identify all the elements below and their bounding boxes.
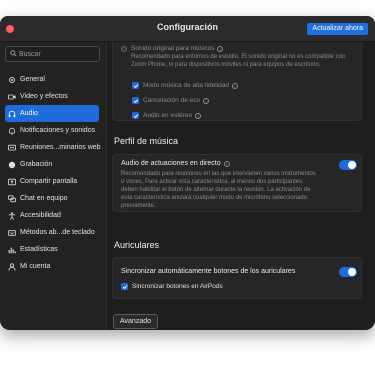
live-performance-row: Audio de actuaciones en directo i [121,160,230,167]
checkmark-icon [122,284,127,289]
sidebar-item-meetings[interactable]: Reuniones...minarios web [5,139,101,156]
checkmark-icon [133,113,138,118]
settings-window: Configuración Actualizar ahora General V… [0,16,375,330]
sidebar-item-accessibility[interactable]: Accesibilidad [5,207,99,224]
search-box[interactable] [5,46,100,62]
bar-chart-icon [8,247,16,253]
sidebar-item-label: Estadísticas [20,246,58,253]
live-performance-toggle[interactable] [339,160,357,170]
checkmark-icon [133,98,138,103]
chat-bubbles-icon [8,194,16,202]
advanced-button[interactable]: Avanzado [113,314,159,329]
video-camera-icon [8,94,16,99]
keyboard-icon [8,229,16,236]
sidebar-item-notifications[interactable]: Notificaciones y sonidos [5,122,99,139]
sidebar-item-label: Métodos ab...de teclado [20,229,95,236]
live-performance-label: Audio de actuaciones en directo [121,160,221,167]
sidebar-item-my-account[interactable]: Mi cuenta [5,258,99,275]
record-icon [8,161,16,168]
sidebar-item-audio[interactable]: Audio [5,105,99,122]
echo-cancellation-option[interactable]: Cancelación de eco i [132,97,210,104]
search-input[interactable] [19,48,97,60]
sidebar-item-label: Reuniones...minarios web [20,144,101,151]
sidebar-item-label: Chat en equipo [20,195,68,202]
info-icon[interactable]: i [195,112,202,119]
hifi-music-option[interactable]: Modo música de alta fidelidad i [132,82,238,89]
sidebar-item-label: Video y efectos [20,93,68,100]
original-sound-radio[interactable] [121,45,127,52]
sidebar-item-general[interactable]: General [5,71,99,88]
meetings-icon [8,144,16,150]
sidebar-item-label: Notificaciones y sonidos [20,127,96,134]
info-icon[interactable]: i [223,160,230,167]
headphones-title: Auriculares [114,240,160,250]
sidebar-item-keyboard[interactable]: Métodos ab...de teclado [5,224,99,241]
sidebar-item-label: Grabación [20,161,53,168]
hifi-music-label: Modo música de alta fidelidad [143,82,229,89]
sidebar-item-recording[interactable]: Grabación [5,156,99,173]
accessibility-icon [8,211,16,220]
sidebar-item-statistics[interactable]: Estadísticas [5,241,99,258]
live-performance-description: Recomendado para reuniones en las que in… [121,171,316,209]
echo-cancellation-checkbox[interactable] [132,97,139,104]
gear-icon [9,76,15,83]
sidebar-item-label: Accesibilidad [20,212,61,219]
bell-icon [9,127,15,135]
music-profile-title: Perfil de música [114,136,179,146]
sidebar: General Video y efectos Audio Notificaci… [0,42,107,330]
title-bar: Configuración Actualizar ahora [0,16,375,42]
headphones-icon [8,110,16,117]
sidebar-item-team-chat[interactable]: Chat en equipo [5,190,99,207]
info-icon[interactable]: i [217,45,224,52]
search-icon [10,50,17,57]
info-icon[interactable]: i [203,97,210,104]
sidebar-item-label: Compartir pantalla [20,178,78,185]
info-icon[interactable]: i [232,82,238,89]
sidebar-item-label: Audio [20,110,38,117]
original-sound-panel: Sonido original para músicos i Recomenda… [112,42,362,121]
airpods-sync-label: Sincronizar botones en AirPods [132,283,223,290]
auto-sync-toggle[interactable] [339,267,357,277]
sidebar-item-share-screen[interactable]: Compartir pantalla [5,173,99,190]
sidebar-nav: General Video y efectos Audio Notificaci… [0,71,106,275]
original-sound-option[interactable]: Sonido original para músicos i [121,45,224,52]
airpods-sync-option[interactable]: Sincronizar botones en AirPods [121,283,223,290]
checkmark-icon [133,83,138,88]
original-sound-label: Sonido original para músicos [131,45,215,52]
stereo-audio-checkbox[interactable] [132,112,139,119]
music-profile-panel: Audio de actuaciones en directo i Recome… [112,154,362,212]
update-now-button[interactable]: Actualizar ahora [307,23,368,35]
echo-cancellation-label: Cancelación de eco [143,97,201,104]
stereo-audio-label: Audio en estéreo [143,112,193,119]
auto-sync-label: Sincronizar automáticamente botones de l… [121,268,296,275]
sidebar-item-label: General [20,76,45,83]
original-sound-description: Recomendado para entornos de estudio. El… [131,54,346,68]
airpods-sync-checkbox[interactable] [121,283,128,290]
audio-settings-content: Sonido original para músicos i Recomenda… [108,42,375,330]
hifi-music-checkbox[interactable] [132,82,139,89]
sidebar-item-video[interactable]: Video y efectos [5,88,99,105]
sidebar-item-label: Mi cuenta [20,263,51,270]
stereo-audio-option[interactable]: Audio en estéreo i [132,112,202,119]
person-icon [8,262,16,271]
headphones-panel: Sincronizar automáticamente botones de l… [112,257,362,299]
share-screen-icon [8,178,16,185]
